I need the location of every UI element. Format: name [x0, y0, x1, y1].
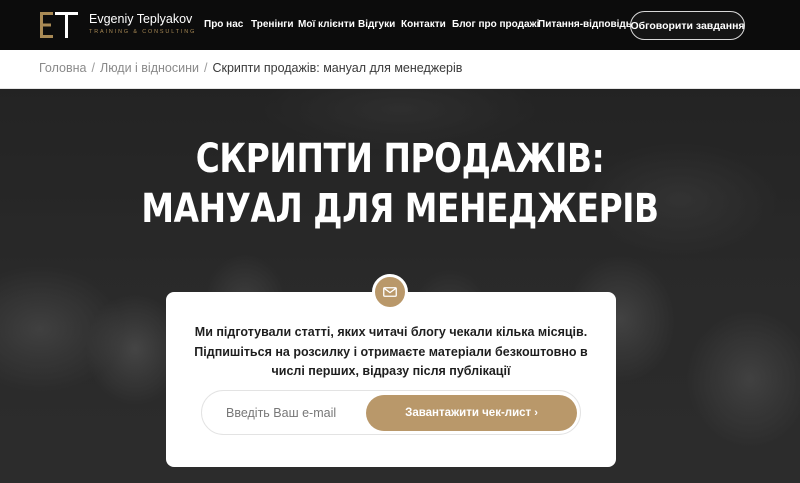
- page-title: СКРИПТИ ПРОДАЖІВ: МАНУАЛ ДЛЯ МЕНЕДЖЕРІВ: [141, 136, 659, 232]
- nav-item-trainings[interactable]: Тренінги: [251, 19, 294, 30]
- brand-tagline: TRAINING & CONSULTING: [89, 29, 197, 35]
- breadcrumb: Головна / Люди і відносини / Скрипти продажі…: [0, 50, 800, 89]
- nav-item-blog[interactable]: Блог про продажі: [452, 19, 539, 30]
- et-logo-icon[interactable]: [40, 12, 78, 38]
- nav-item-contacts[interactable]: Контакти: [401, 19, 446, 30]
- email-input[interactable]: [226, 404, 386, 422]
- discuss-task-button[interactable]: Обговорити завдання: [630, 11, 745, 40]
- subscribe-form: Завантажити чек-лист›: [201, 390, 581, 435]
- subscribe-text: Ми підготували статті, яких читачі блогу…: [194, 325, 588, 378]
- brand-name[interactable]: Evgeniy Teplyakov: [89, 12, 192, 26]
- download-checklist-button[interactable]: Завантажити чек-лист ›: [366, 395, 577, 431]
- hero-section: СКРИПТИ ПРОДАЖІВ: МАНУАЛ ДЛЯ МЕНЕДЖЕРІВ …: [0, 89, 800, 483]
- site-header: Evgeniy Teplyakov TRAINING & CONSULTING …: [0, 0, 800, 50]
- nav-item-about[interactable]: Про нас: [204, 19, 243, 30]
- download-checklist-label: Завантажити чек-лист: [405, 407, 532, 419]
- breadcrumb-current: Скрипти продажів: мануал для менеджерів: [212, 61, 463, 75]
- envelope-icon: [372, 274, 408, 310]
- nav-item-reviews[interactable]: Відгуки: [358, 19, 395, 30]
- breadcrumb-home-link[interactable]: Головна: [39, 61, 87, 75]
- breadcrumb-separator: /: [91, 61, 95, 75]
- chevron-right-icon: ›: [534, 407, 538, 419]
- breadcrumb-category-link[interactable]: Люди і відносини: [100, 61, 199, 75]
- nav-item-faq[interactable]: Питання-відповідь: [538, 19, 632, 30]
- breadcrumb-separator: /: [203, 61, 208, 75]
- nav-item-clients[interactable]: Мої клієнти: [298, 19, 355, 30]
- subscribe-card: Ми підготували статті, яких читачі блогу…: [166, 292, 616, 467]
